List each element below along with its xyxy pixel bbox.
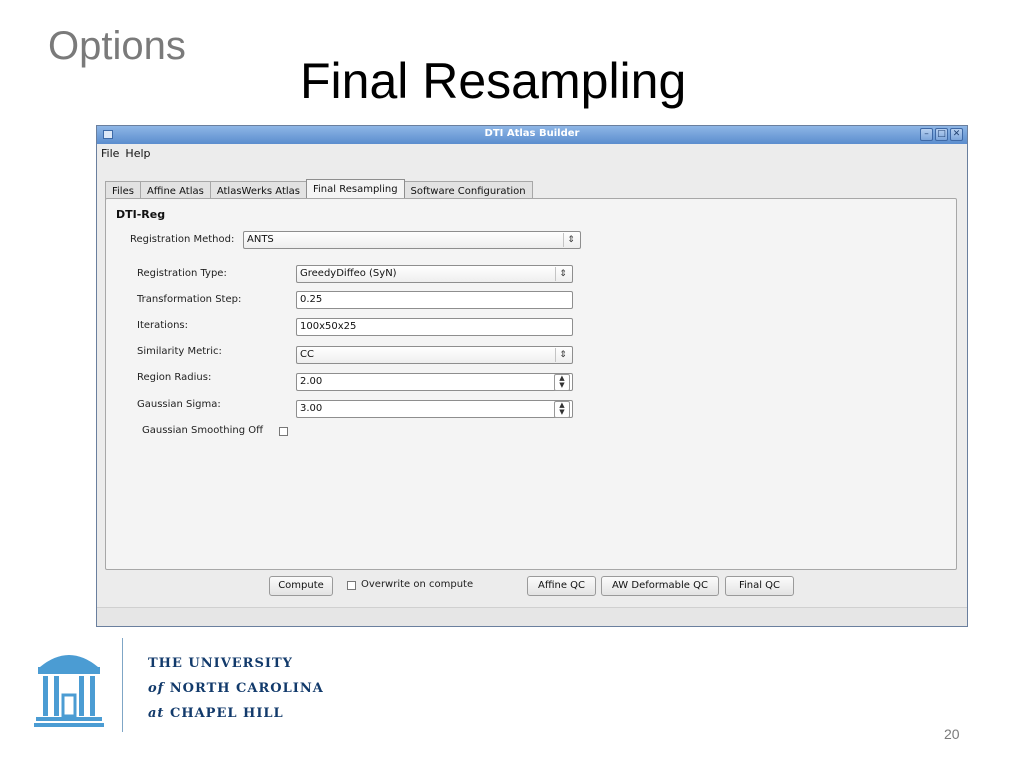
minimize-icon[interactable]: – [920, 128, 933, 141]
menu-file[interactable]: File [101, 147, 119, 160]
menubar: File Help [97, 144, 967, 162]
overwrite-on-compute-label: Overwrite on compute [361, 579, 474, 590]
gaussian-sigma-spinbox[interactable]: 3.00 ▲ ▼ [296, 400, 573, 418]
gaussian-smoothing-off-checkbox[interactable] [279, 427, 288, 436]
registration-method-select[interactable]: ANTS ⇕ [243, 231, 581, 249]
app-window: DTI Atlas Builder – □ ✕ File Help Files … [96, 125, 968, 627]
similarity-metric-value: CC [300, 349, 314, 360]
slide-title: Final Resampling [300, 53, 687, 109]
menu-help[interactable]: Help [125, 147, 150, 160]
updown-chevron-icon: ⇕ [555, 348, 570, 362]
transformation-step-label: Transformation Step: [137, 294, 242, 305]
final-resampling-panel: DTI-Reg Registration Method: ANTS ⇕ Regi… [105, 198, 957, 570]
region-radius-spinbox[interactable]: 2.00 ▲ ▼ [296, 373, 573, 391]
overwrite-on-compute-checkbox[interactable] [347, 581, 356, 590]
registration-type-select[interactable]: GreedyDiffeo (SyN) ⇕ [296, 265, 573, 283]
similarity-metric-label: Similarity Metric: [137, 346, 222, 357]
university-line-2: of NORTH CAROLINA [148, 681, 324, 696]
gaussian-smoothing-off-label: Gaussian Smoothing Off [142, 425, 264, 436]
spin-arrows-icon[interactable]: ▲ ▼ [554, 401, 570, 418]
updown-chevron-icon: ⇕ [563, 233, 578, 247]
final-qc-button[interactable]: Final QC [725, 576, 794, 596]
region-radius-value: 2.00 [300, 376, 323, 387]
spin-arrows-icon[interactable]: ▲ ▼ [554, 374, 570, 391]
registration-method-label: Registration Method: [130, 234, 235, 245]
page-number: 20 [944, 726, 960, 742]
window-title: DTI Atlas Builder [484, 128, 580, 139]
maximize-icon[interactable]: □ [935, 128, 948, 141]
compute-button[interactable]: Compute [269, 576, 333, 596]
bottom-controls: Compute Overwrite on compute Affine QC A… [97, 574, 967, 598]
similarity-metric-select[interactable]: CC ⇕ [296, 346, 573, 364]
aw-deformable-qc-button[interactable]: AW Deformable QC [601, 576, 719, 596]
slide-section-title: Options [48, 24, 186, 68]
dti-reg-group-title: DTI-Reg [116, 208, 166, 221]
status-bar [97, 607, 967, 626]
gaussian-sigma-label: Gaussian Sigma: [137, 399, 221, 410]
university-line-1: THE UNIVERSITY [148, 656, 293, 671]
transformation-step-input[interactable]: 0.25 [296, 291, 573, 309]
close-icon[interactable]: ✕ [950, 128, 963, 141]
registration-method-value: ANTS [247, 234, 274, 245]
affine-qc-button[interactable]: Affine QC [527, 576, 596, 596]
registration-type-value: GreedyDiffeo (SyN) [300, 268, 397, 279]
registration-type-label: Registration Type: [137, 268, 227, 279]
updown-chevron-icon: ⇕ [555, 267, 570, 281]
region-radius-label: Region Radius: [137, 372, 212, 383]
iterations-input[interactable]: 100x50x25 [296, 318, 573, 336]
university-line-3: at CHAPEL HILL [148, 706, 284, 721]
logo-divider [122, 638, 123, 732]
window-titlebar[interactable]: DTI Atlas Builder – □ ✕ [97, 126, 967, 144]
old-well-logo [34, 655, 104, 727]
gaussian-sigma-value: 3.00 [300, 403, 323, 414]
iterations-label: Iterations: [137, 320, 188, 331]
